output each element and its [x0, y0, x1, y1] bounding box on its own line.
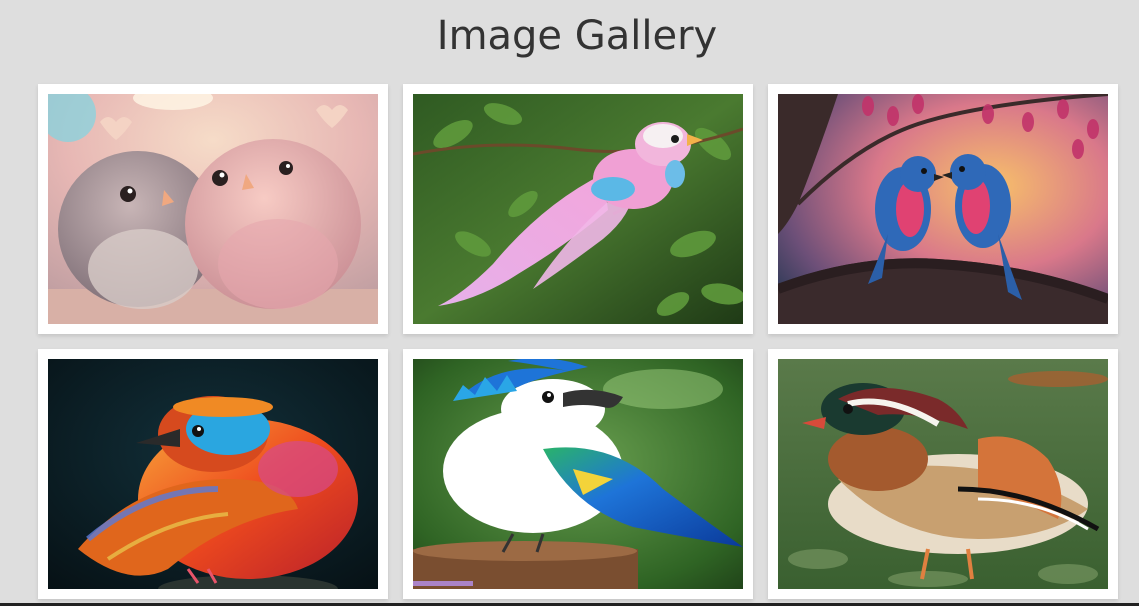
image-gallery: [38, 84, 1118, 604]
cute-lovebirds-image[interactable]: [48, 94, 378, 324]
mandarin-duck-image[interactable]: [778, 359, 1108, 589]
gallery-item-colorful-finch[interactable]: [38, 349, 388, 599]
gallery-item-bluebirds[interactable]: [768, 84, 1118, 334]
page-title: Image Gallery: [436, 13, 718, 59]
bluebirds-on-branch-image[interactable]: [778, 94, 1108, 324]
gallery-item-pink-bird[interactable]: [403, 84, 753, 334]
gallery-item-mandarin-duck[interactable]: [768, 349, 1118, 599]
blue-jay-bird-image[interactable]: [413, 359, 743, 589]
pink-bird-on-branch-image[interactable]: [413, 94, 743, 324]
gallery-item-lovebirds[interactable]: [38, 84, 388, 334]
gallery-item-blue-jay[interactable]: [403, 349, 753, 599]
colorful-finch-image[interactable]: [48, 359, 378, 589]
